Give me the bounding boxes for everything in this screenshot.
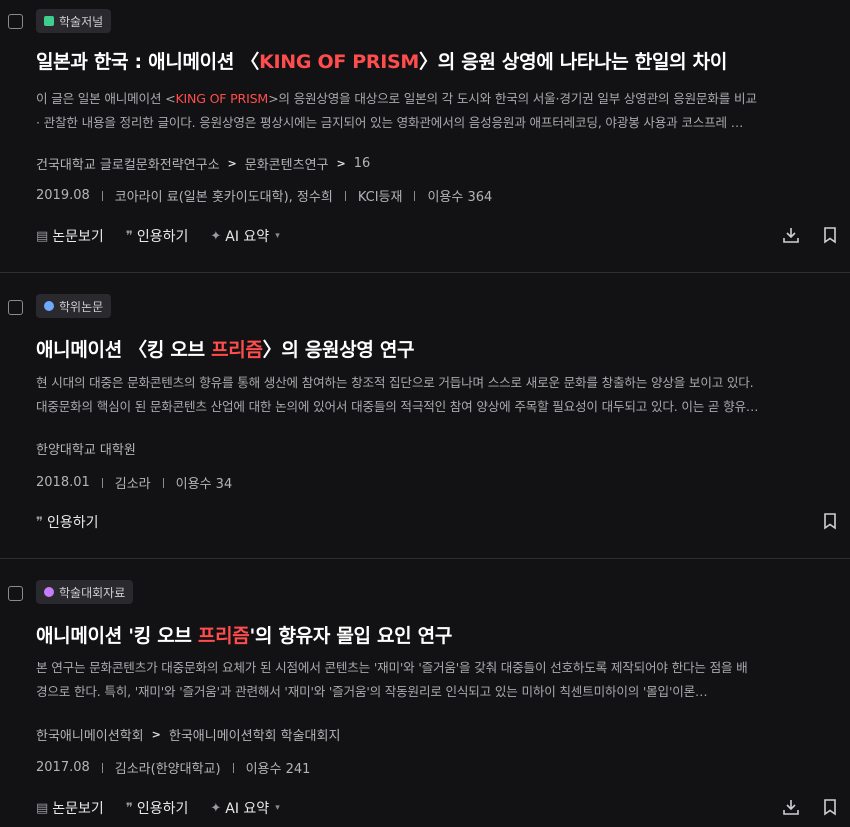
- pub-date: 2017.08: [36, 760, 90, 775]
- source-breadcrumb: 한양대학교 대학원: [36, 439, 136, 458]
- pub-date: 2018.01: [36, 475, 90, 490]
- ai-summary-button[interactable]: ✦ AI 요약 ▾: [210, 798, 279, 818]
- bookmark-icon[interactable]: [822, 226, 838, 244]
- caret-down-icon: ▾: [275, 231, 280, 241]
- result-item: 학술저널 일본과 한국 : 애니메이션 〈KING OF PRISM〉의 응원 …: [0, 0, 850, 272]
- usage-count: 이용수 34: [175, 477, 233, 492]
- journal-link[interactable]: 문화콘텐츠연구: [245, 154, 329, 173]
- view-paper-button[interactable]: ▤ 논문보기: [36, 226, 104, 246]
- source-breadcrumb: 한국애니메이션학회 > 한국애니메이션학회 학술대회지: [36, 725, 340, 744]
- quote-icon: ❞: [36, 514, 43, 530]
- meta-row: 2017.08 김소라(한양대학교) 이용수 241: [36, 758, 310, 777]
- usage-count: 이용수 364: [427, 190, 493, 205]
- view-paper-button[interactable]: ▤ 논문보기: [36, 798, 104, 818]
- meta-row: 2018.01 김소라 이용수 34: [36, 473, 232, 492]
- abstract: 이 글은 일본 애니메이션 <KING OF PRISM>의 응원상영을 대상으…: [36, 91, 757, 130]
- type-badge: 학술저널: [36, 9, 112, 33]
- abstract: 현 시대의 대중은 문화콘텐츠의 향유를 통해 생산에 참여하는 창조적 집단으…: [36, 375, 759, 414]
- download-icon[interactable]: [782, 798, 800, 816]
- conference-icon: [44, 587, 54, 597]
- quote-icon: ❞: [125, 800, 133, 816]
- result-title[interactable]: 애니메이션 〈킹 오브 프리즘〉의 응원상영 연구: [36, 335, 415, 362]
- document-icon: ▤: [36, 800, 49, 816]
- result-item: 학술대회자료 애니메이션 '킹 오브 프리즘'의 향유자 몰입 요인 연구 본 …: [0, 558, 850, 827]
- result-item: 학위논문 애니메이션 〈킹 오브 프리즘〉의 응원상영 연구 현 시대의 대중은…: [0, 272, 850, 558]
- kci-badge: KCI등재: [357, 190, 403, 205]
- document-icon: ▤: [36, 228, 49, 244]
- type-badge: 학위논문: [36, 294, 112, 318]
- quote-icon: ❞: [125, 228, 133, 244]
- chevron-right-icon: >: [227, 157, 237, 170]
- publisher-link[interactable]: 한국애니메이션학회: [36, 725, 144, 744]
- select-checkbox[interactable]: [8, 14, 23, 29]
- authors: 김소라(한양대학교): [114, 762, 221, 777]
- journal-link[interactable]: 한국애니메이션학회 학술대회지: [169, 725, 341, 744]
- ai-summary-button[interactable]: ✦ AI 요약 ▾: [210, 226, 279, 246]
- bookmark-icon[interactable]: [822, 512, 838, 530]
- sparkle-icon: ✦: [210, 228, 222, 244]
- authors: 김소라: [114, 477, 151, 492]
- pub-date: 2019.08: [36, 188, 90, 203]
- meta-row: 2019.08 코아라이 료(일본 홋카이도대학), 정수희 KCI등재 이용수…: [36, 186, 492, 205]
- graduation-cap-icon: [44, 301, 54, 311]
- journal-icon: [44, 16, 54, 26]
- cite-button[interactable]: ❞ 인용하기: [36, 512, 99, 532]
- caret-down-icon: ▾: [275, 803, 280, 813]
- cite-button[interactable]: ❞ 인용하기: [126, 798, 189, 818]
- sparkle-icon: ✦: [210, 800, 222, 816]
- chevron-right-icon: >: [336, 157, 346, 170]
- select-checkbox[interactable]: [8, 586, 23, 601]
- result-title[interactable]: 애니메이션 '킹 오브 프리즘'의 향유자 몰입 요인 연구: [36, 621, 452, 648]
- select-checkbox[interactable]: [8, 300, 23, 315]
- usage-count: 이용수 241: [245, 762, 311, 777]
- bookmark-icon[interactable]: [822, 798, 838, 816]
- result-title[interactable]: 일본과 한국 : 애니메이션 〈KING OF PRISM〉의 응원 상영에 나…: [36, 47, 727, 74]
- abstract: 본 연구는 문화콘텐츠가 대중문화의 요체가 된 시점에서 콘텐츠는 '재미'와…: [36, 660, 748, 699]
- volume-link[interactable]: 16: [354, 156, 371, 171]
- chevron-right-icon: >: [151, 728, 161, 741]
- type-badge: 학술대회자료: [36, 580, 134, 604]
- publisher-link[interactable]: 건국대학교 글로컬문화전략연구소: [36, 154, 220, 173]
- publisher-link[interactable]: 한양대학교 대학원: [36, 439, 136, 458]
- source-breadcrumb: 건국대학교 글로컬문화전략연구소 > 문화콘텐츠연구 > 16: [36, 154, 370, 173]
- cite-button[interactable]: ❞ 인용하기: [126, 226, 189, 246]
- authors: 코아라이 료(일본 홋카이도대학), 정수희: [114, 190, 333, 205]
- download-icon[interactable]: [782, 226, 800, 244]
